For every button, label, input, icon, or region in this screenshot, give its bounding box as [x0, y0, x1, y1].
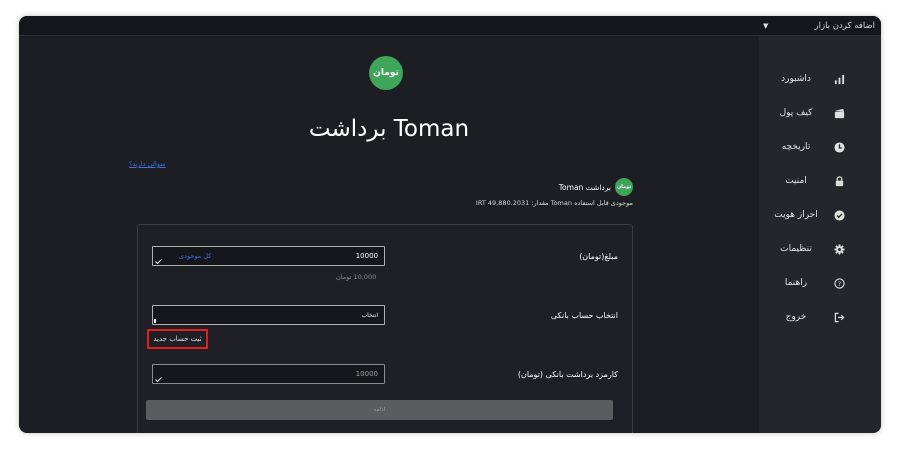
svg-text:?: ? [837, 279, 840, 287]
sidebar-item-logout[interactable]: خروج [771, 307, 871, 327]
gear-icon [833, 243, 845, 255]
sidebar: داشبورد کیف پول تاریخچه امنیت احراز هویت… [759, 36, 881, 433]
market-select-label: اضافه کردن بازار [814, 21, 875, 31]
sidebar-item-history[interactable]: تاریخچه [771, 137, 871, 157]
toman-coin-icon: تومان [615, 178, 633, 196]
bank-account-select[interactable]: انتخاب [152, 305, 385, 325]
sidebar-item-label: خروج [785, 312, 807, 322]
bar-chart-icon [833, 73, 845, 85]
top-bar: اضافه کردن بازار ▼ [19, 16, 881, 36]
amount-value: 10000 [355, 252, 378, 260]
market-select[interactable]: اضافه کردن بازار ▼ [759, 18, 879, 34]
new-bank-account-button[interactable]: ثبت حساب جدید [147, 329, 208, 349]
available-balance: موجودی قابل استفاده Toman مقدار: IRT 49,… [475, 199, 633, 207]
sidebar-item-security[interactable]: امنیت [771, 171, 871, 191]
help-circle-icon: ? [833, 277, 845, 289]
page-title: برداشت Toman [308, 116, 470, 142]
withdraw-form: مبلغ(تومان) کل موجودی 10000 10,000 تومان… [137, 224, 633, 433]
logout-icon [833, 311, 845, 323]
check-circle-icon [833, 209, 845, 221]
asset-header: تومان برداشت Toman [559, 178, 633, 196]
check-icon [155, 259, 162, 264]
amount-hint: 10,000 تومان [336, 273, 377, 281]
lock-icon [833, 175, 845, 187]
bank-account-label: انتخاب حساب بانکی [550, 311, 618, 320]
app-window: اضافه کردن بازار ▼ داشبورد کیف پول تاریخ… [19, 16, 881, 433]
amount-input[interactable]: کل موجودی 10000 [152, 246, 385, 266]
amount-label: مبلغ(تومان) [579, 252, 618, 261]
all-balance-link[interactable]: کل موجودی [179, 252, 211, 260]
sidebar-item-label: تنظیمات [780, 244, 812, 254]
toman-logo: تومان [369, 56, 403, 90]
clock-icon [833, 141, 845, 153]
main-content: تومان برداشت Toman سوالی دارید؟ تومان بر… [19, 36, 759, 433]
sidebar-item-label: احراز هویت [774, 210, 818, 220]
fee-value: 10000 [355, 370, 378, 378]
asset-name: برداشت Toman [558, 182, 611, 192]
sidebar-item-settings[interactable]: تنظیمات [771, 239, 871, 259]
sidebar-item-wallet[interactable]: کیف پول [771, 103, 871, 123]
sidebar-item-label: راهنما [784, 278, 808, 288]
help-link[interactable]: سوالی دارید؟ [129, 160, 166, 168]
sidebar-item-help[interactable]: ? راهنما [771, 273, 871, 293]
sidebar-item-kyc[interactable]: احراز هویت [771, 205, 871, 225]
fee-label: کارمزد برداشت بانکی (تومان) [517, 370, 618, 379]
sidebar-item-label: تاریخچه [781, 142, 811, 152]
sidebar-item-dashboard[interactable]: داشبورد [771, 69, 871, 89]
sidebar-item-label: کیف پول [779, 108, 813, 118]
select-marker-icon [154, 319, 156, 323]
fee-input: 10000 [152, 364, 385, 384]
sidebar-item-label: امنیت [785, 176, 807, 186]
sidebar-item-label: داشبورد [781, 74, 811, 84]
caret-down-icon: ▼ [763, 22, 769, 30]
wallet-icon [833, 107, 845, 119]
bank-account-value: انتخاب [361, 311, 379, 319]
continue-button[interactable]: ادامه [146, 400, 613, 420]
check-icon [155, 377, 162, 382]
